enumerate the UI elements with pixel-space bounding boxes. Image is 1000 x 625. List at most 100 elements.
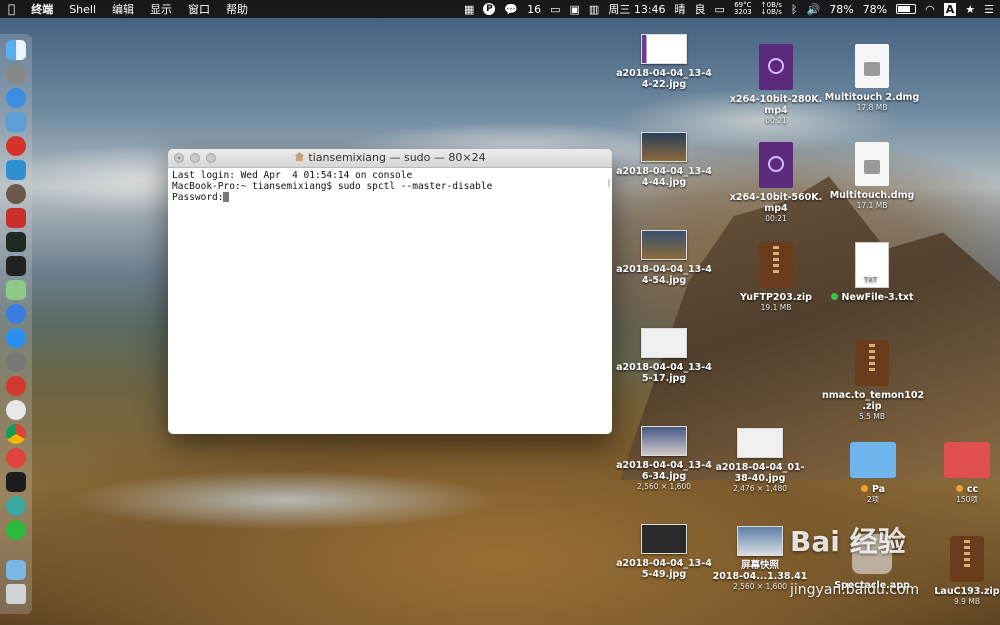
temp-fan-readout[interactable]: 69°C 3203 bbox=[734, 2, 752, 16]
iterm-icon[interactable] bbox=[6, 472, 26, 492]
desktop-file-temon-zip[interactable]: nmac.to_temon102 .zip 5.5 MB bbox=[822, 340, 924, 421]
video-file-icon bbox=[759, 44, 793, 90]
file-dimensions: 2,476 × 1,480 bbox=[733, 484, 787, 493]
disk-image-icon bbox=[855, 142, 889, 186]
menu-window[interactable]: 窗口 bbox=[188, 1, 210, 17]
green-tag-icon bbox=[830, 293, 838, 300]
window-title-wrap: tiansemixiang — sudo — 80×24 bbox=[168, 151, 612, 164]
file-label: YuFTP203.zip bbox=[740, 292, 812, 303]
downloads-folder-icon[interactable] bbox=[6, 560, 26, 580]
text-file-icon: TXT bbox=[855, 242, 889, 288]
battery-percent-1[interactable]: 78% bbox=[829, 3, 853, 16]
wechat-dock-icon[interactable] bbox=[6, 520, 26, 540]
terminal-titlebar[interactable]: tiansemixiang — sudo — 80×24 bbox=[168, 149, 612, 168]
maps-icon[interactable] bbox=[6, 280, 26, 300]
menu-view[interactable]: 显示 bbox=[150, 1, 172, 17]
weather-aqi[interactable]: 良 bbox=[695, 1, 706, 17]
migration-icon[interactable] bbox=[6, 160, 26, 180]
folder-label: Pa bbox=[871, 484, 886, 495]
image-thumbnail-icon bbox=[641, 230, 687, 260]
status-grid-icon[interactable]: ▦ bbox=[464, 3, 474, 16]
system-preferences-icon[interactable] bbox=[6, 352, 26, 372]
vivaldi-icon[interactable] bbox=[6, 448, 26, 468]
password-prompt: Password: bbox=[172, 192, 224, 203]
file-label: Multitouch 2.dmg bbox=[824, 92, 920, 103]
network-readout[interactable]: ↑0B/s ↓0B/s bbox=[761, 2, 782, 16]
file-label: LauC193.zip bbox=[934, 586, 1000, 597]
folder-label: cc bbox=[966, 484, 979, 495]
yandex-icon[interactable] bbox=[6, 400, 26, 420]
desktop-file-screenshot-4[interactable]: a2018-04-04_13-4 5-17.jpg bbox=[612, 328, 716, 384]
menu-terminal[interactable]: 终端 bbox=[31, 1, 53, 17]
menu-shell[interactable]: Shell bbox=[69, 3, 96, 16]
bluetooth-icon[interactable]: ᛒ bbox=[791, 3, 798, 16]
finder-icon[interactable] bbox=[6, 40, 26, 60]
desktop-folder-cc[interactable]: cc 150项 bbox=[934, 442, 1000, 504]
desktop-file-screenshot-1[interactable]: a2018-04-04_13-4 4-22.jpg bbox=[612, 34, 716, 90]
terminal-scrollbar[interactable] bbox=[604, 167, 612, 434]
desktop-file-multitouch-2-dmg[interactable]: Multitouch 2.dmg 17.8 MB bbox=[822, 44, 922, 112]
desktop-file-screenshot-5[interactable]: a2018-04-04_13-4 6-34.jpg 2,560 × 1,600 bbox=[612, 426, 716, 491]
volume-icon[interactable]: 🔊 bbox=[807, 3, 821, 16]
desktop-file-screenshot-6[interactable]: a2018-04-04_13-4 5-49.jpg bbox=[612, 524, 716, 580]
terminal-dock-icon[interactable] bbox=[6, 256, 26, 276]
launchpad-icon[interactable] bbox=[6, 64, 26, 84]
netease-music-icon[interactable] bbox=[6, 376, 26, 396]
app-store-icon[interactable] bbox=[6, 328, 26, 348]
file-label: 屏幕快照 2018-04...1.38.41 bbox=[712, 560, 808, 582]
status-p-icon[interactable]: P bbox=[483, 3, 496, 15]
preview-icon[interactable] bbox=[6, 112, 26, 132]
app-red-icon[interactable] bbox=[6, 136, 26, 156]
trash-icon[interactable] bbox=[6, 584, 26, 604]
menu-edit[interactable]: 编辑 bbox=[112, 1, 134, 17]
disk-icon[interactable]: ▭ bbox=[715, 3, 725, 16]
file-label: x264-10bit-280K. mp4 bbox=[729, 94, 823, 116]
desktop-folder-pa[interactable]: Pa 2项 bbox=[838, 442, 908, 504]
desktop-file-lauc-zip[interactable]: LauC193.zip 9.9 MB bbox=[934, 536, 1000, 606]
clock[interactable]: 周三 13:46 bbox=[608, 1, 665, 17]
safari-icon[interactable] bbox=[6, 88, 26, 108]
wifi-icon[interactable]: ◠ bbox=[925, 3, 935, 16]
terminal-window[interactable]: tiansemixiang — sudo — 80×24 Last login:… bbox=[168, 149, 612, 434]
activity-monitor-icon[interactable] bbox=[6, 232, 26, 252]
image-thumbnail-icon bbox=[641, 426, 687, 456]
video-duration: 00:21 bbox=[765, 116, 787, 125]
desktop-file-yuftp-zip[interactable]: YuFTP203.zip 19.1 MB bbox=[722, 242, 830, 312]
news-icon[interactable] bbox=[6, 208, 26, 228]
battery-percent-2[interactable]: 78% bbox=[863, 3, 887, 16]
file-label: a2018-04-04_13-4 4-44.jpg bbox=[616, 166, 712, 188]
file-size: 5.5 MB bbox=[859, 412, 885, 421]
desktop-file-screenshot-2[interactable]: a2018-04-04_13-4 4-44.jpg bbox=[612, 132, 716, 188]
chrome-icon[interactable] bbox=[6, 424, 26, 444]
control-center-icon[interactable]: ☰ bbox=[984, 3, 994, 16]
clipboard-icon[interactable]: ▥ bbox=[589, 3, 599, 16]
file-dimensions: 2,560 × 1,600 bbox=[637, 482, 691, 491]
desktop-file-newfile-txt[interactable]: TXT NewFile-3.txt bbox=[822, 242, 922, 303]
terminal-output[interactable]: Last login: Wed Apr 4 01:54:14 on consol… bbox=[168, 168, 612, 205]
app-teal-icon[interactable] bbox=[6, 496, 26, 516]
file-label: x264-10bit-560K. mp4 bbox=[729, 192, 823, 214]
desktop-file-screenshot-3[interactable]: a2018-04-04_13-4 4-54.jpg bbox=[612, 230, 716, 286]
desktop-file-multitouch-dmg[interactable]: Multitouch.dmg 17.1 MB bbox=[822, 142, 922, 210]
apple-icon[interactable]:  bbox=[8, 2, 15, 16]
desktop-file-video-280k[interactable]: x264-10bit-280K. mp4 00:21 bbox=[722, 44, 830, 125]
battery-icon[interactable] bbox=[896, 4, 917, 14]
file-label: a2018-04-04_13-4 5-49.jpg bbox=[616, 558, 712, 580]
grid-icon[interactable]: ▣ bbox=[570, 3, 580, 16]
desktop-file-screenshot-7[interactable]: a2018-04-04_01- 38-40.jpg 2,476 × 1,480 bbox=[708, 428, 812, 493]
input-method[interactable]: A bbox=[943, 2, 957, 16]
folder-red-icon bbox=[944, 442, 990, 478]
file-label: a2018-04-04_13-4 4-54.jpg bbox=[616, 264, 712, 286]
orange-tag-icon bbox=[955, 485, 963, 492]
terminal-line-password: Password: bbox=[172, 192, 608, 203]
desktop-file-video-560k[interactable]: x264-10bit-560K. mp4 00:21 bbox=[722, 142, 830, 223]
wechat-icon[interactable]: 💬 bbox=[504, 3, 518, 16]
net-down: ↓0B/s bbox=[760, 8, 782, 16]
display-icon[interactable]: ▭ bbox=[550, 3, 560, 16]
star-icon[interactable]: ★ bbox=[965, 3, 975, 16]
weather-sunny[interactable]: 晴 bbox=[675, 1, 686, 17]
app-brown-icon[interactable] bbox=[6, 184, 26, 204]
menu-help[interactable]: 帮助 bbox=[226, 1, 248, 17]
menu-bar:  终端 Shell 编辑 显示 窗口 帮助 ▦ P 💬 16 ▭ ▣ ▥ 周三… bbox=[0, 0, 1000, 18]
siri-icon[interactable] bbox=[6, 304, 26, 324]
